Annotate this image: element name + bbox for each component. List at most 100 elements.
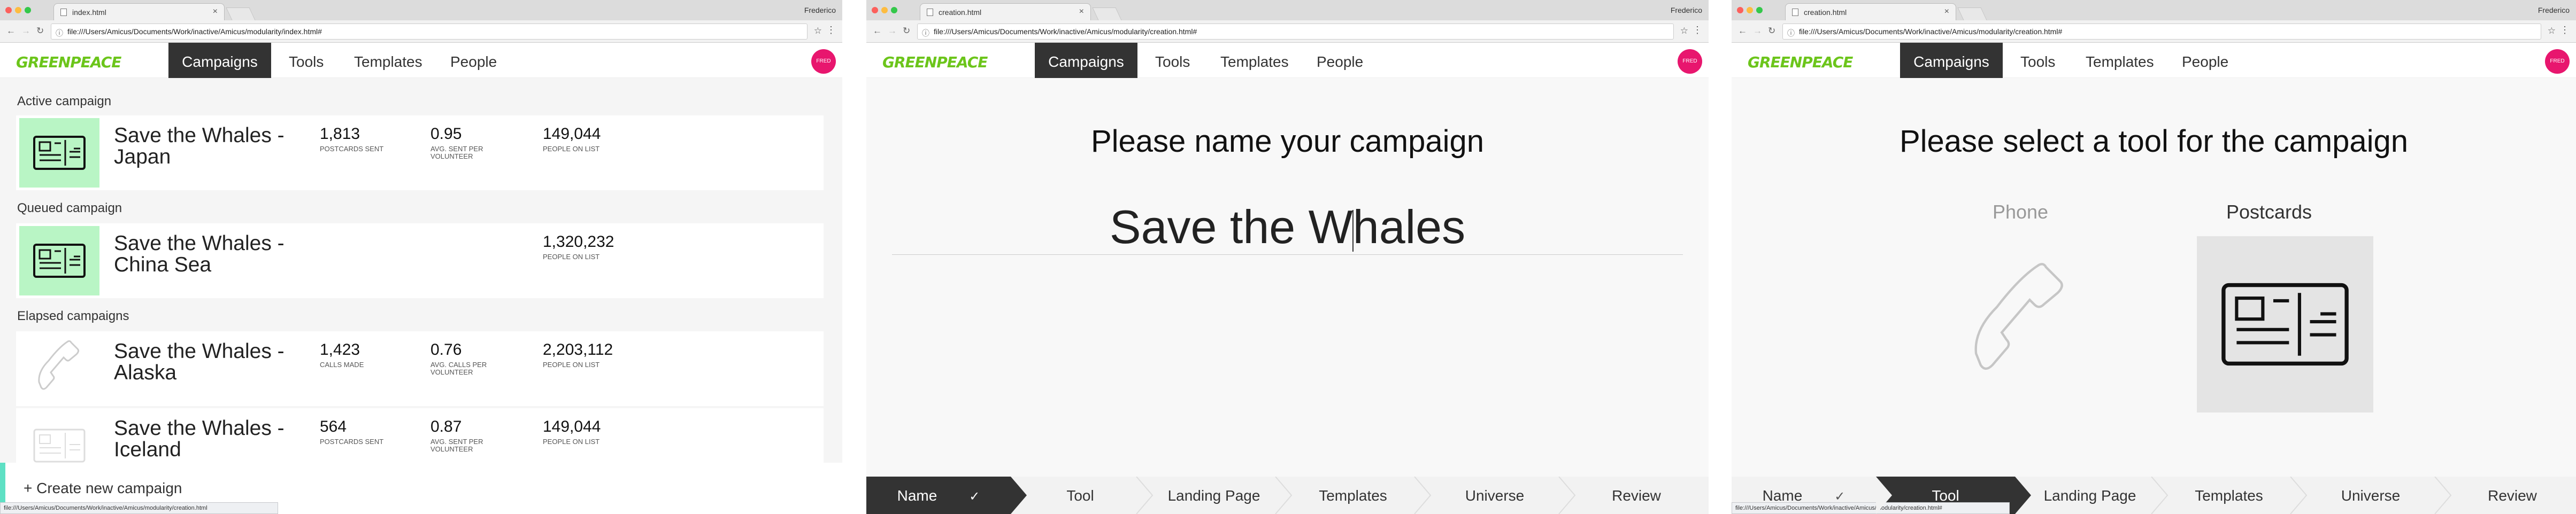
app-header: GREENPEACE Campaigns Tools Templates Peo… [1732,43,2576,78]
app-header: GREENPEACE Campaigns Tools Templates Peo… [866,43,1709,78]
close-window-button[interactable] [872,7,878,13]
stat-value: 1,423 [320,341,360,359]
stat-value: 2,203,112 [543,341,613,359]
nav-campaigns[interactable]: Campaigns [168,43,271,78]
back-icon[interactable]: ← [1738,26,1747,36]
step-divider [1275,477,1293,514]
nav-people[interactable]: People [1317,43,1363,78]
profile-name[interactable]: Frederico [2538,6,2570,14]
reload-icon[interactable]: ↻ [36,26,44,36]
step-landing-page[interactable]: Landing Page [1155,477,1273,514]
phone-icon [1974,263,2063,370]
step-review[interactable]: Review [1578,477,1695,514]
window-gap [1709,0,1732,514]
greenpeace-logo[interactable]: GREENPEACE [1748,53,1853,71]
back-icon[interactable]: ← [6,26,16,36]
avatar[interactable]: FRED [2545,49,2570,74]
tool-option-phone[interactable] [1932,236,2109,412]
postcard-icon [2221,283,2349,366]
step-templates[interactable]: Templates [2170,477,2288,514]
maximize-window-button[interactable] [1756,7,1763,13]
stat-label: POSTCARDS SENT [320,438,384,446]
step-landing-page[interactable]: Landing Page [2031,477,2149,514]
stat-value: 149,044 [543,125,601,143]
profile-name[interactable]: Frederico [1671,6,1702,14]
status-bar-url: file:///Users/Amicus/Documents/Work/inac… [1732,502,2010,514]
greenpeace-logo[interactable]: GREENPEACE [16,53,121,71]
checkmark-icon: ✓ [1834,489,1846,504]
forward-icon[interactable]: → [1753,26,1762,36]
nav-tools[interactable]: Tools [289,43,324,78]
step-name[interactable]: Name ✓ [866,477,1011,514]
step-divider [2151,477,2169,514]
info-icon: ⓘ [56,29,63,37]
url-text: file:///Users/Amicus/Documents/Work/inac… [67,27,322,36]
stat-value: 0.95 [430,125,462,143]
step-divider [1414,477,1432,514]
close-tab-icon[interactable]: × [1944,7,1949,17]
nav-people[interactable]: People [2182,43,2228,78]
url-input[interactable]: ⓘ file:///Users/Amicus/Documents/Work/ina… [1782,24,2541,40]
step-review[interactable]: Review [2454,477,2571,514]
new-tab-button[interactable] [1092,7,1122,20]
nav-people[interactable]: People [450,43,497,78]
step-templates[interactable]: Templates [1294,477,1412,514]
back-icon[interactable]: ← [873,26,882,36]
maximize-window-button[interactable] [25,7,31,13]
campaign-title: Save the Whales - Iceland [114,417,284,461]
nav-tools[interactable]: Tools [1155,43,1190,78]
nav-campaigns[interactable]: Campaigns [1900,43,2003,78]
step-arrow [1011,477,1027,514]
menu-icon[interactable]: ⋮ [826,25,836,36]
close-tab-icon[interactable]: × [213,7,218,17]
reload-icon[interactable]: ↻ [1768,26,1775,36]
campaign-card-alaska[interactable]: Save the Whales - Alaska 1,423 CALLS MADE… [16,331,824,406]
nav-campaigns[interactable]: Campaigns [1035,43,1137,78]
nav-templates[interactable]: Templates [2086,43,2154,78]
campaign-card-japan[interactable]: Save the Whales - Japan 1,813 POSTCARDS S… [16,115,824,190]
nav-templates[interactable]: Templates [354,43,422,78]
browser-window-creation-tool: creation.html × Frederico ← → ↻ ⓘ file://… [1732,0,2576,514]
avatar[interactable]: FRED [811,49,836,74]
close-window-button[interactable] [5,7,12,13]
browser-tab[interactable]: index.html × [53,3,225,20]
step-tool[interactable]: Tool [1027,477,1134,514]
url-input[interactable]: ⓘ file:///Users/Amicus/Documents/Work/ina… [917,24,1674,40]
maximize-window-button[interactable] [891,7,897,13]
menu-icon[interactable]: ⋮ [1693,25,1702,36]
close-tab-icon[interactable]: × [1079,7,1084,17]
window-controls [872,6,901,16]
avatar[interactable]: FRED [1678,49,1702,74]
new-tab-button[interactable] [1957,7,1987,20]
bookmark-star-icon[interactable]: ☆ [1680,26,1688,36]
new-tab-button[interactable] [226,7,256,20]
step-divider [2434,477,2452,514]
minimize-window-button[interactable] [881,7,888,13]
nav-templates[interactable]: Templates [1220,43,1289,78]
step-universe[interactable]: Universe [2309,477,2432,514]
step-universe[interactable]: Universe [1433,477,1556,514]
forward-icon[interactable]: → [888,26,897,36]
campaign-card-china-sea[interactable]: Save the Whales - China Sea 1,320,232 PEO… [16,223,824,298]
minimize-window-button[interactable] [1747,7,1753,13]
reload-icon[interactable]: ↻ [903,26,910,36]
browser-tab[interactable]: creation.html × [1785,3,1956,20]
bookmark-star-icon[interactable]: ☆ [814,26,822,36]
close-window-button[interactable] [1737,7,1743,13]
profile-name[interactable]: Frederico [804,6,836,14]
stat-value: 0.76 [430,341,462,359]
nav-tools[interactable]: Tools [2020,43,2055,78]
menu-icon[interactable]: ⋮ [2560,25,2570,36]
phone-icon [19,334,99,403]
wizard-steps: Name ✓ Tool Landing Page Templates Univer… [866,477,1709,514]
step-divider [1136,477,1154,514]
url-input[interactable]: ⓘ file:///Users/Amicus/Documents/Work/ina… [51,24,808,40]
step-divider [1558,477,1576,514]
minimize-window-button[interactable] [15,7,21,13]
forward-icon[interactable]: → [21,26,30,36]
tool-option-postcards[interactable] [2197,236,2373,412]
greenpeace-logo[interactable]: GREENPEACE [882,53,988,71]
browser-tab[interactable]: creation.html × [920,3,1091,20]
campaign-name-input[interactable]: Save the Whales [866,200,1709,254]
bookmark-star-icon[interactable]: ☆ [2548,26,2556,36]
